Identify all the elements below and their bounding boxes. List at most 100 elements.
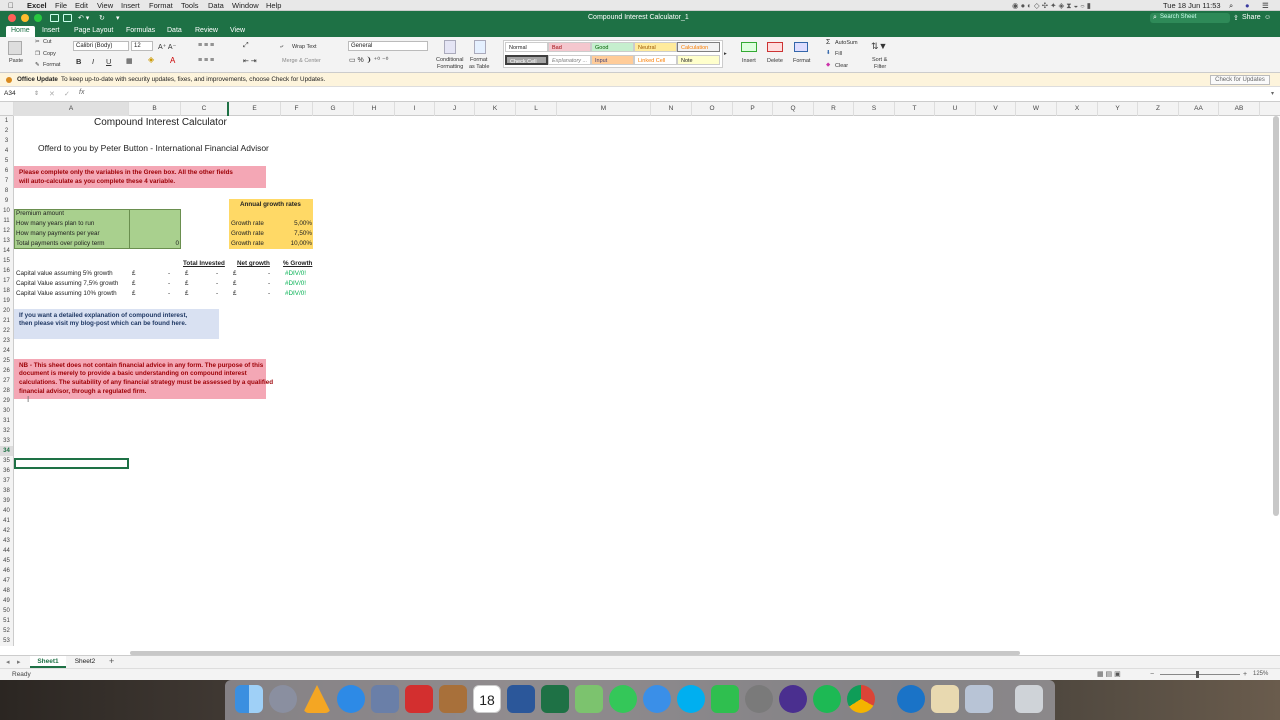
zoom-slider-handle[interactable] bbox=[1196, 671, 1199, 678]
row-header[interactable]: 40 bbox=[0, 506, 14, 516]
style-note[interactable]: Note bbox=[677, 55, 720, 65]
messages-icon[interactable] bbox=[609, 685, 637, 713]
copy-button[interactable]: Copy bbox=[43, 51, 56, 57]
growth-rate-value[interactable]: 10,00% bbox=[281, 239, 312, 249]
chat-icon[interactable] bbox=[643, 685, 671, 713]
col-header[interactable]: M bbox=[557, 102, 651, 116]
autosum-icon[interactable]: Σ bbox=[826, 39, 830, 46]
clear-icon[interactable]: ◆ bbox=[826, 62, 830, 68]
col-header[interactable]: L bbox=[516, 102, 557, 116]
filter-label[interactable]: Filter bbox=[874, 64, 886, 70]
zoom-in-icon[interactable]: + bbox=[1243, 671, 1247, 678]
format-as-table-label2[interactable]: as Table bbox=[469, 64, 489, 70]
paste-icon[interactable] bbox=[8, 41, 22, 55]
row-header[interactable]: 29 bbox=[0, 396, 14, 406]
style-linked-cell[interactable]: Linked Cell bbox=[634, 55, 677, 65]
input-value-years[interactable] bbox=[131, 219, 179, 229]
apple-icon[interactable]:  bbox=[8, 1, 14, 10]
row-header[interactable]: 2 bbox=[0, 126, 14, 136]
search-input[interactable]: Search Sheet bbox=[1150, 13, 1230, 23]
tab-review[interactable]: Review bbox=[190, 26, 223, 37]
row-header[interactable]: 31 bbox=[0, 416, 14, 426]
row-header[interactable]: 53 bbox=[0, 636, 14, 646]
borders-icon[interactable]: ▦ bbox=[126, 57, 133, 65]
col-header[interactable]: S bbox=[854, 102, 895, 116]
row-header[interactable]: 16 bbox=[0, 266, 14, 276]
menu-view[interactable]: View bbox=[97, 1, 113, 10]
italic-icon[interactable]: I bbox=[92, 57, 94, 66]
row-header[interactable]: 33 bbox=[0, 436, 14, 446]
col-header[interactable]: X bbox=[1057, 102, 1098, 116]
excel-icon[interactable] bbox=[541, 685, 569, 713]
row-header[interactable]: 46 bbox=[0, 566, 14, 576]
row-header[interactable]: 1 bbox=[0, 116, 14, 126]
format-as-table-icon[interactable] bbox=[474, 40, 486, 54]
spotify-icon[interactable] bbox=[813, 685, 841, 713]
col-header[interactable]: J bbox=[435, 102, 475, 116]
row-header[interactable]: 5 bbox=[0, 156, 14, 166]
tab-data[interactable]: Data bbox=[162, 26, 187, 37]
row-header[interactable]: 9 bbox=[0, 196, 14, 206]
col-header[interactable]: H bbox=[354, 102, 395, 116]
sort-label[interactable]: Sort & bbox=[872, 57, 887, 63]
format-painter-icon[interactable]: ✎ bbox=[35, 62, 40, 68]
underline-icon[interactable]: U bbox=[106, 57, 111, 66]
spotlight-icon[interactable]: ⌕ bbox=[1229, 1, 1233, 11]
tab-home[interactable]: Home bbox=[6, 26, 35, 37]
row-header[interactable]: 4 bbox=[0, 146, 14, 156]
share-icon[interactable]: ⇪ bbox=[1233, 14, 1239, 22]
redo-icon[interactable]: ↻ bbox=[99, 14, 105, 22]
row-header[interactable]: 12 bbox=[0, 226, 14, 236]
format-cells-button[interactable]: Format bbox=[793, 58, 810, 64]
enter-icon[interactable]: ✓ bbox=[64, 90, 70, 98]
cut-button[interactable]: Cut bbox=[43, 39, 52, 45]
delete-cells-button[interactable]: Delete bbox=[767, 58, 783, 64]
control-center-icon[interactable]: ☰ bbox=[1262, 1, 1269, 10]
menu-insert[interactable]: Insert bbox=[121, 1, 140, 10]
style-input[interactable]: Input bbox=[591, 55, 634, 65]
input-value-premium[interactable] bbox=[131, 209, 179, 219]
menu-edit[interactable]: Edit bbox=[75, 1, 88, 10]
col-header[interactable]: U bbox=[935, 102, 976, 116]
col-header[interactable]: R bbox=[814, 102, 854, 116]
font-size-select[interactable]: 12 bbox=[131, 41, 153, 51]
col-header[interactable]: A bbox=[14, 102, 129, 116]
next-sheet-icon[interactable]: ▸ bbox=[17, 658, 21, 666]
row-header[interactable]: 3 bbox=[0, 136, 14, 146]
tab-formulas[interactable]: Formulas bbox=[121, 26, 160, 37]
menu-window[interactable]: Window bbox=[232, 1, 259, 10]
row-header[interactable]: 17 bbox=[0, 276, 14, 286]
col-header[interactable]: O bbox=[692, 102, 733, 116]
styles-more-icon[interactable]: ▸ bbox=[724, 51, 727, 57]
align-top-icons[interactable]: ≡ ≡ ≡ bbox=[198, 42, 214, 49]
row-header[interactable]: 22 bbox=[0, 326, 14, 336]
number-format-icons[interactable]: ▭ % ❩ ⁺⁰ ⁻⁰ bbox=[349, 56, 388, 64]
row-header[interactable]: 44 bbox=[0, 546, 14, 556]
col-header[interactable]: AB bbox=[1219, 102, 1260, 116]
wrap-text-button[interactable]: Wrap Text bbox=[292, 44, 317, 50]
menu-app[interactable]: Excel bbox=[27, 1, 47, 10]
smiley-icon[interactable]: ☺ bbox=[1264, 14, 1271, 21]
number-format-select[interactable]: General bbox=[348, 41, 428, 51]
autosum-button[interactable]: AutoSum bbox=[835, 40, 858, 46]
save-icon[interactable] bbox=[63, 14, 72, 22]
row-header[interactable]: 15 bbox=[0, 256, 14, 266]
row-header[interactable]: 43 bbox=[0, 536, 14, 546]
tab-view[interactable]: View bbox=[225, 26, 250, 37]
minimize-window-icon[interactable] bbox=[21, 14, 29, 22]
col-header[interactable]: G bbox=[313, 102, 354, 116]
fill-icon[interactable]: ⬇ bbox=[826, 50, 831, 56]
zoom-slider[interactable] bbox=[1160, 674, 1240, 675]
wrap-text-icon[interactable]: ⤶ bbox=[280, 44, 283, 51]
finder-icon[interactable] bbox=[235, 685, 263, 713]
row-header[interactable]: 48 bbox=[0, 586, 14, 596]
notes-icon[interactable] bbox=[439, 685, 467, 713]
menu-file[interactable]: File bbox=[55, 1, 67, 10]
col-header[interactable]: C bbox=[181, 102, 229, 116]
paste-button[interactable]: Paste bbox=[9, 58, 23, 64]
calendar-icon[interactable]: 18 bbox=[473, 685, 501, 713]
row-header[interactable]: 19 bbox=[0, 296, 14, 306]
quicktime-icon[interactable] bbox=[897, 685, 925, 713]
horizontal-scrollbar[interactable] bbox=[130, 651, 1020, 655]
col-header[interactable]: I bbox=[395, 102, 435, 116]
